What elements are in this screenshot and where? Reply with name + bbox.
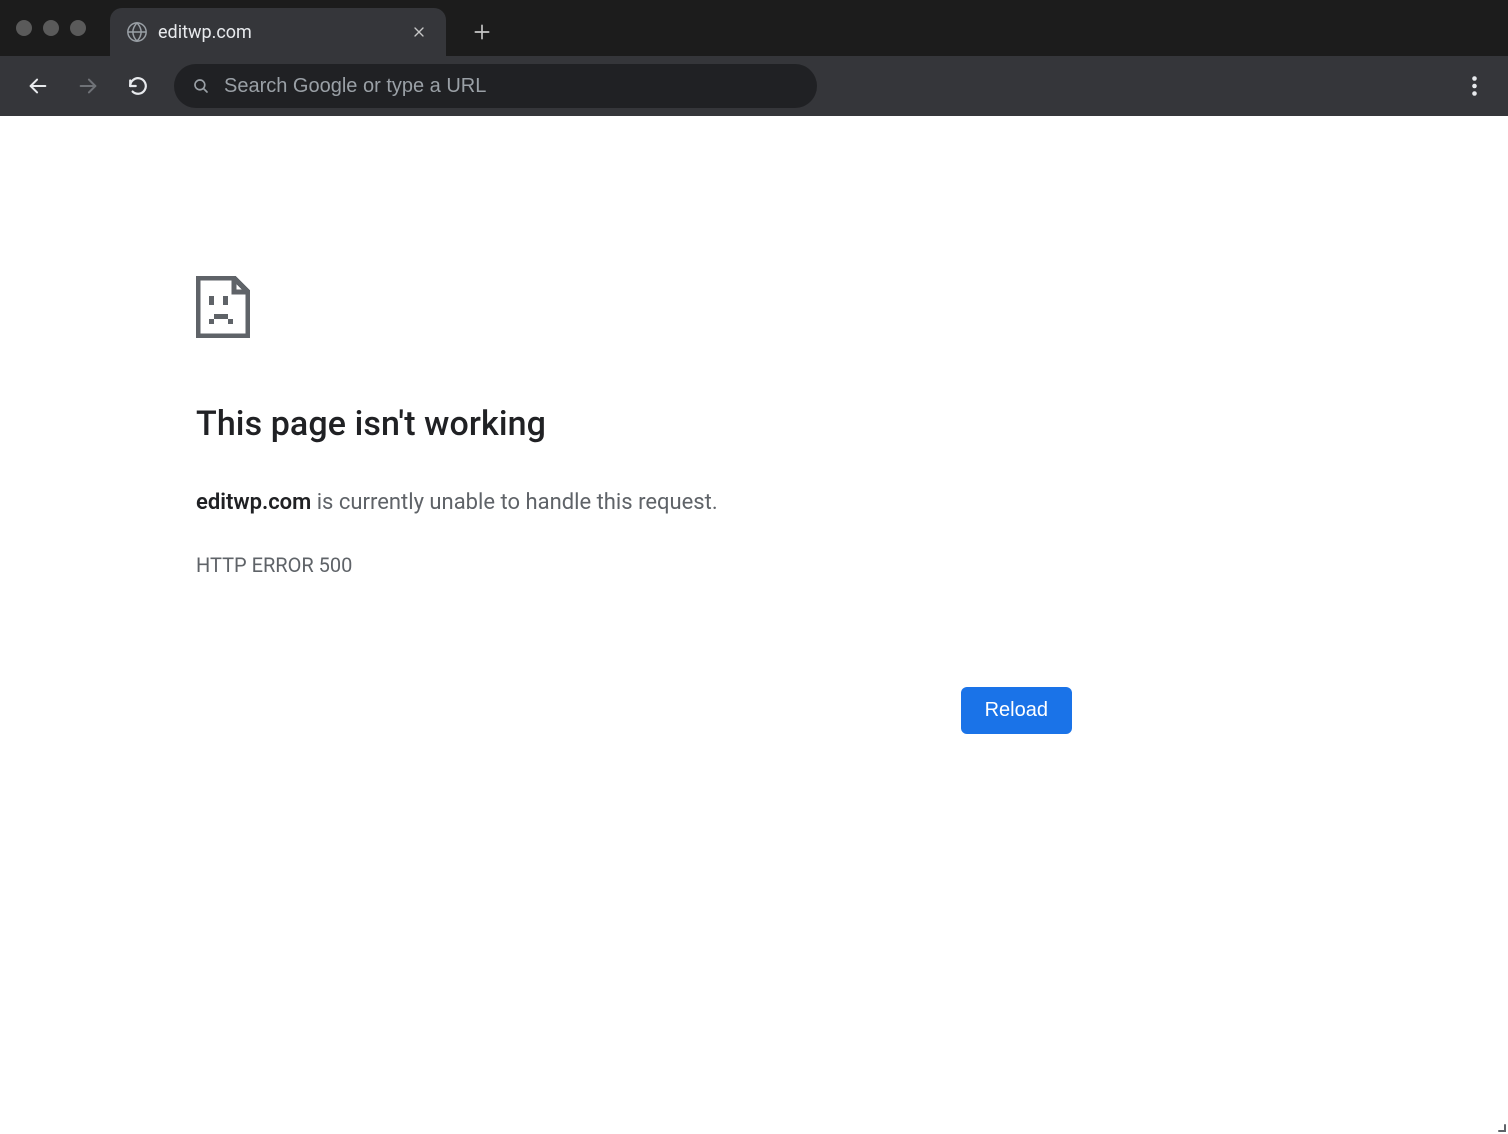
sad-page-icon xyxy=(196,276,250,338)
error-title: This page isn't working xyxy=(196,404,1072,444)
page-viewport: This page isn't working editwp.com is cu… xyxy=(0,116,1508,1134)
titlebar: editwp.com xyxy=(0,0,1508,56)
error-message-suffix: is currently unable to handle this reque… xyxy=(311,490,717,515)
window-controls xyxy=(16,20,86,36)
back-button[interactable] xyxy=(18,66,58,106)
address-input[interactable] xyxy=(224,75,799,98)
window-close-button[interactable] xyxy=(16,20,32,36)
window-minimize-button[interactable] xyxy=(43,20,59,36)
window-zoom-button[interactable] xyxy=(70,20,86,36)
address-bar[interactable] xyxy=(174,64,817,108)
close-tab-button[interactable] xyxy=(406,19,432,45)
new-tab-button[interactable] xyxy=(462,12,502,52)
error-host: editwp.com xyxy=(196,490,311,515)
browser-menu-button[interactable] xyxy=(1454,66,1494,106)
error-message: editwp.com is currently unable to handle… xyxy=(196,486,1072,519)
tab-title: editwp.com xyxy=(158,22,406,43)
globe-icon xyxy=(126,21,148,43)
error-code: HTTP ERROR 500 xyxy=(196,553,1072,577)
reload-button[interactable]: Reload xyxy=(961,687,1072,734)
reload-nav-button[interactable] xyxy=(118,66,158,106)
error-container: This page isn't working editwp.com is cu… xyxy=(196,276,1072,734)
forward-button[interactable] xyxy=(68,66,108,106)
button-row: Reload xyxy=(196,687,1072,734)
search-icon xyxy=(192,77,210,95)
resize-grip-icon xyxy=(1490,1116,1506,1132)
toolbar xyxy=(0,56,1508,116)
browser-tab[interactable]: editwp.com xyxy=(110,8,446,56)
